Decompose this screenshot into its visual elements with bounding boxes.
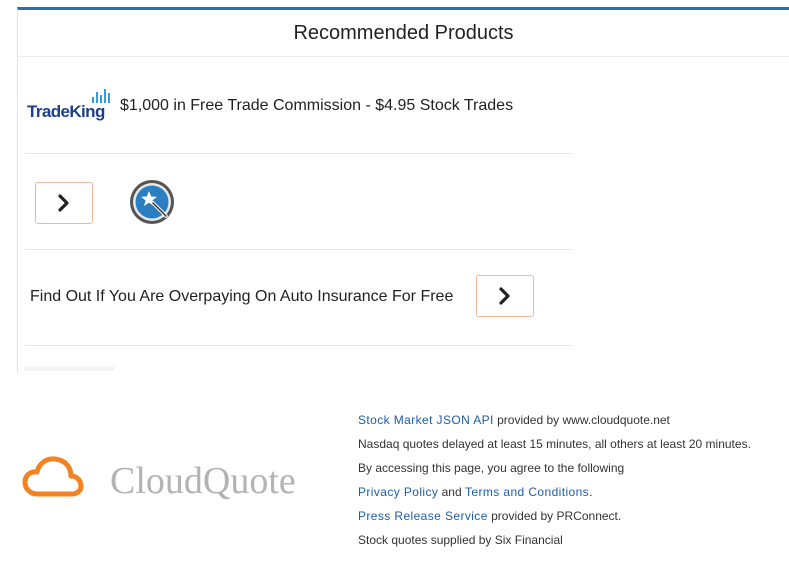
footer-line-quotes: Stock quotes supplied by Six Financial bbox=[358, 533, 563, 547]
cloud-icon bbox=[22, 456, 84, 497]
press-provider-text: provided by PRConnect. bbox=[487, 509, 622, 523]
tradeking-offer-text[interactable]: $1,000 in Free Trade Commission - $4.95 … bbox=[120, 97, 513, 115]
magic-wand-badge-icon[interactable] bbox=[128, 178, 176, 226]
footer-line-agreement: By accessing this page, you agree to the… bbox=[358, 461, 625, 475]
auto-insurance-go-button[interactable] bbox=[476, 275, 534, 317]
privacy-policy-link[interactable]: Privacy Policy bbox=[358, 485, 438, 499]
footer-line-api: Stock Market JSON API provided by www.cl… bbox=[358, 413, 670, 427]
faint-placeholder bbox=[24, 366, 114, 371]
press-release-link[interactable]: Press Release Service bbox=[358, 509, 488, 523]
and-text: and bbox=[438, 485, 465, 499]
footer-line-press: Press Release Service provided by PRConn… bbox=[358, 509, 621, 523]
chevron-right-icon bbox=[499, 287, 510, 305]
product-row-tradeking[interactable]: TradeKing $1,000 in Free Trade Commissio… bbox=[25, 57, 572, 154]
period-text: . bbox=[589, 485, 593, 499]
footer-line-policies: Privacy Policy and Terms and Conditions. bbox=[358, 485, 592, 499]
product-row-badge[interactable] bbox=[25, 154, 572, 250]
cloudquote-brand: CloudQuote bbox=[110, 460, 296, 502]
tradeking-logo-text: TradeKing bbox=[27, 102, 105, 121]
recommended-products-panel: Recommended Products TradeKing $1,000 in… bbox=[17, 7, 789, 373]
chevron-right-icon bbox=[58, 194, 69, 212]
auto-insurance-text[interactable]: Find Out If You Are Overpaying On Auto I… bbox=[30, 288, 453, 306]
panel-title: Recommended Products bbox=[18, 10, 789, 57]
tradeking-logo[interactable]: TradeKing bbox=[27, 88, 113, 122]
terms-link[interactable]: Terms and Conditions bbox=[465, 485, 589, 499]
json-api-link[interactable]: Stock Market JSON API bbox=[358, 413, 494, 427]
footer-line-delay: Nasdaq quotes delayed at least 15 minute… bbox=[358, 437, 751, 451]
go-button[interactable] bbox=[35, 182, 93, 224]
product-row-auto-insurance[interactable]: Find Out If You Are Overpaying On Auto I… bbox=[25, 250, 572, 346]
api-provider-text: provided by www.cloudquote.net bbox=[493, 413, 670, 427]
